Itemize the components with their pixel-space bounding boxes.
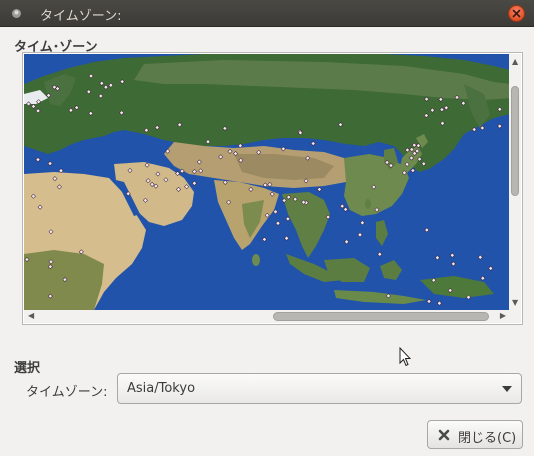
timezone-map[interactable] [24, 54, 510, 310]
x-icon [438, 429, 450, 441]
scroll-left-arrow-icon[interactable]: ◀ [28, 312, 34, 320]
scroll-up-arrow-icon[interactable]: ▲ [512, 58, 518, 66]
timezone-label: タイムゾーン: [26, 385, 108, 400]
scroll-down-arrow-icon[interactable]: ▼ [512, 299, 518, 307]
close-button[interactable]: 閉じる(C) [427, 420, 523, 449]
timezone-select[interactable]: Asia/Tokyo [117, 373, 522, 404]
map-horizontal-scrollbar[interactable]: ◀ ▶ [24, 310, 510, 323]
title-bar: タイムゾーン: [0, 0, 534, 27]
close-button-label: 閉じる(C) [458, 431, 517, 446]
scrollbar-corner [509, 310, 521, 323]
selection-section-heading: 選択 [14, 361, 41, 376]
chevron-down-icon [502, 386, 512, 392]
map-vertical-scrollbar[interactable]: ▲ ▼ [509, 54, 521, 310]
timezone-map-panel: ▲ ▼ ◀ ▶ [22, 52, 523, 325]
world-map-image[interactable] [24, 54, 510, 310]
scroll-right-arrow-icon[interactable]: ▶ [500, 312, 506, 320]
vertical-scroll-thumb[interactable] [511, 86, 519, 196]
window-menu-icon[interactable] [11, 8, 22, 19]
horizontal-scroll-thumb[interactable] [273, 312, 489, 321]
window-close-button[interactable] [508, 5, 525, 22]
timezone-select-value: Asia/Tokyo [127, 381, 196, 396]
close-icon [512, 9, 521, 18]
mouse-pointer-icon [399, 347, 411, 367]
window-title: タイムゾーン: [40, 9, 122, 24]
